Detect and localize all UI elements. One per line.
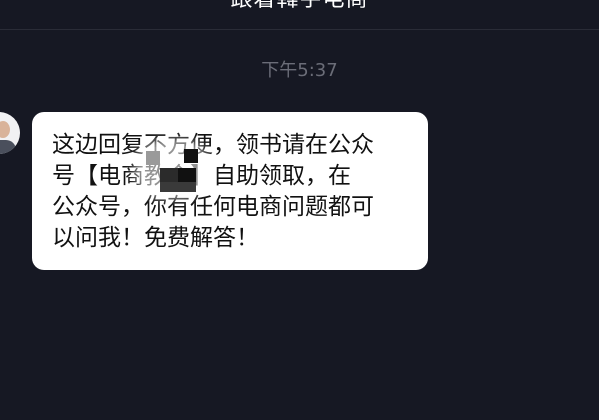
- message-line-1: 这边回复不方便，领书请在公众: [52, 132, 374, 158]
- redaction-pixel: [146, 151, 160, 165]
- message-line-2: 号【电商教会】自助领取，在: [52, 161, 412, 192]
- message-line-3: 公众号，你有任何电商问题都可: [52, 194, 374, 220]
- message-timestamp: 下午5:37: [261, 60, 338, 81]
- chat-header: 跟着韓宇电商: [0, 0, 599, 30]
- message-bubble[interactable]: 这边回复不方便，领书请在公众 号【电商教会】自助领取，在 公众号，你有任何电商问…: [32, 112, 428, 270]
- redaction-pixel: [160, 168, 178, 182]
- redaction-pixel: [178, 168, 196, 182]
- avatar-shirt: [0, 140, 16, 154]
- redaction-pixel: [184, 149, 198, 163]
- chat-title: 跟着韓宇电商: [0, 0, 599, 12]
- redaction-pixel: [160, 182, 196, 192]
- avatar-face: [0, 121, 10, 138]
- message-line-4: 以问我！免费解答！: [52, 225, 259, 251]
- avatar[interactable]: [0, 112, 20, 154]
